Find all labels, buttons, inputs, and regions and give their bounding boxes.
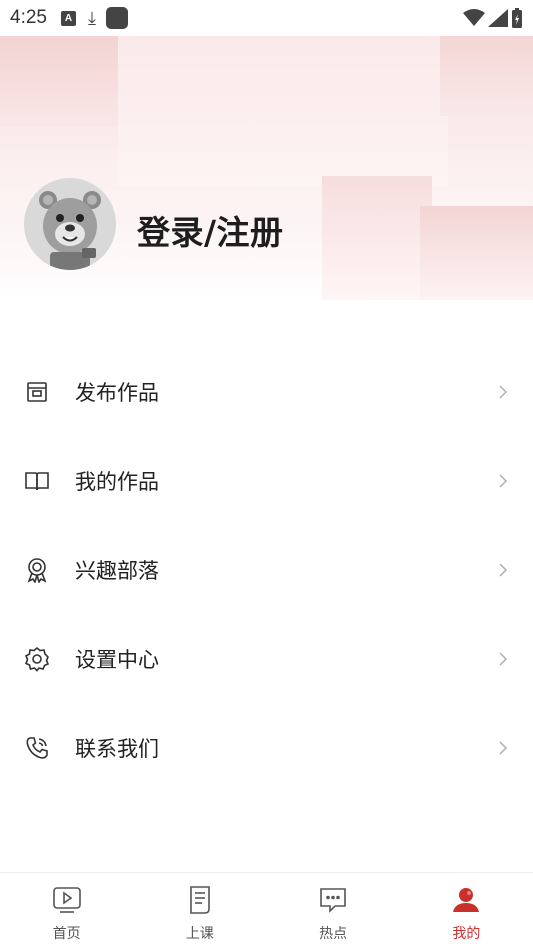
tab-label: 上课 bbox=[185, 926, 214, 942]
chevron-right-icon bbox=[499, 562, 508, 577]
download-icon: ⤓ bbox=[87, 7, 96, 29]
badge-icon bbox=[24, 557, 50, 583]
tab-label: 热点 bbox=[319, 926, 348, 942]
status-indicators bbox=[463, 8, 523, 28]
gear-icon bbox=[24, 646, 50, 672]
signal-icon bbox=[488, 9, 508, 27]
tab-home[interactable]: 首页 bbox=[0, 873, 133, 949]
header-decoration bbox=[420, 206, 533, 300]
avatar[interactable] bbox=[24, 178, 116, 270]
menu-item-my-works[interactable]: 我的作品 bbox=[0, 436, 533, 525]
header-decoration bbox=[0, 36, 120, 126]
login-register-link[interactable]: 登录/注册 bbox=[137, 206, 284, 254]
notification-a-icon: A bbox=[60, 10, 76, 26]
chevron-right-icon bbox=[499, 473, 508, 488]
profile-header: 登录/注册 bbox=[0, 36, 533, 300]
menu-item-settings[interactable]: 设置中心 bbox=[0, 614, 533, 703]
menu-item-label: 联系我们 bbox=[75, 736, 159, 761]
menu-item-label: 兴趣部落 bbox=[75, 558, 159, 583]
header-decoration bbox=[322, 176, 432, 300]
bottom-tab-bar: 首页 上课 热点 我的 bbox=[0, 872, 533, 949]
bear-avatar-icon bbox=[24, 178, 116, 270]
document-icon bbox=[183, 883, 217, 917]
app-notification-icon bbox=[105, 7, 128, 29]
battery-icon bbox=[512, 8, 522, 28]
tab-class[interactable]: 上课 bbox=[133, 873, 266, 949]
menu-item-label: 设置中心 bbox=[75, 647, 159, 672]
publish-icon bbox=[24, 379, 50, 405]
menu-item-publish[interactable]: 发布作品 bbox=[0, 347, 533, 436]
header-decoration bbox=[118, 36, 448, 186]
menu-item-label: 发布作品 bbox=[75, 380, 159, 405]
chevron-right-icon bbox=[499, 651, 508, 666]
menu-item-interest-tribe[interactable]: 兴趣部落 bbox=[0, 525, 533, 614]
status-bar: 4:25 A ⤓ bbox=[0, 0, 533, 36]
book-icon bbox=[24, 468, 50, 494]
tab-mine[interactable]: 我的 bbox=[400, 873, 533, 949]
status-time: 4:25 bbox=[10, 7, 47, 28]
phone-icon bbox=[24, 735, 50, 761]
play-icon bbox=[50, 883, 84, 917]
profile-menu: 发布作品 我的作品 兴趣部落 设置中心 联系我们 bbox=[0, 347, 533, 792]
header-decoration bbox=[440, 36, 533, 116]
tab-hot[interactable]: 热点 bbox=[267, 873, 400, 949]
user-icon bbox=[449, 883, 483, 917]
tab-label: 我的 bbox=[452, 926, 481, 942]
chevron-right-icon bbox=[499, 384, 508, 399]
chevron-right-icon bbox=[499, 740, 508, 755]
chat-icon bbox=[316, 883, 350, 917]
wifi-icon bbox=[463, 9, 485, 26]
menu-item-label: 我的作品 bbox=[75, 469, 159, 494]
tab-label: 首页 bbox=[52, 926, 81, 942]
menu-item-contact-us[interactable]: 联系我们 bbox=[0, 703, 533, 792]
